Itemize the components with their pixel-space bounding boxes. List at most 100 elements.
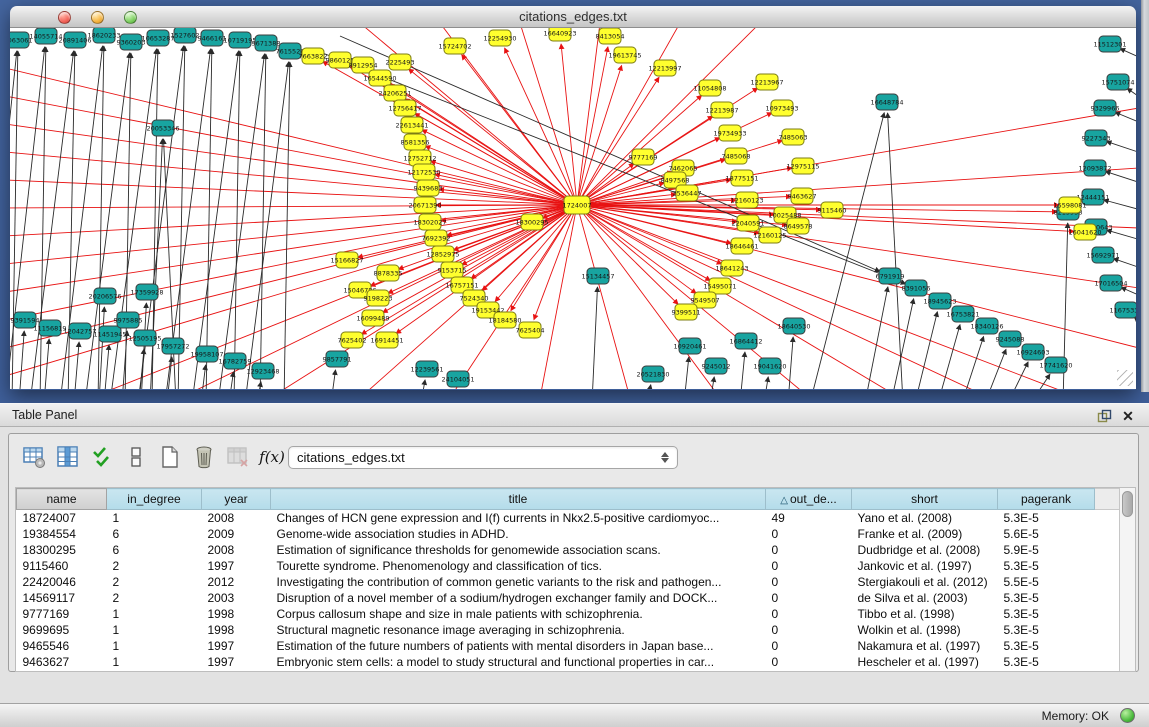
table-cell[interactable]: 1 (107, 638, 202, 654)
table-cell[interactable]: 5.3E-5 (998, 558, 1095, 574)
table-cell[interactable]: 2009 (202, 526, 271, 542)
column-header-pagerank[interactable]: pagerank (998, 489, 1095, 510)
create-column-icon[interactable] (155, 442, 185, 472)
graph-node[interactable]: 15724702 (438, 38, 471, 54)
table-cell[interactable]: Tourette syndrome. Phenomenology and cla… (271, 558, 766, 574)
table-row[interactable]: 1830029562008Estimation of significance … (17, 542, 1121, 558)
table-cell[interactable]: 2 (107, 558, 202, 574)
graph-node[interactable]: 9399511 (672, 304, 701, 320)
graph-node[interactable]: 17359928 (130, 284, 163, 300)
table-cell[interactable]: 9699695 (17, 622, 107, 638)
table-scrollbar-thumb[interactable] (1122, 491, 1133, 517)
table-cell[interactable]: 0 (766, 542, 852, 558)
table-cell[interactable]: 1997 (202, 638, 271, 654)
graph-node[interactable]: 16914451 (370, 332, 403, 348)
column-header-year[interactable]: year (202, 489, 271, 510)
graph-node[interactable]: 9777169 (629, 149, 658, 165)
table-cell[interactable]: 22420046 (17, 574, 107, 590)
table-cell[interactable]: Wolkin et al. (1998) (852, 622, 998, 638)
table-cell[interactable]: Estimation of the future numbers of pati… (271, 638, 766, 654)
table-cell[interactable]: 5.3E-5 (998, 622, 1095, 638)
graph-node[interactable]: 7485068 (722, 148, 751, 164)
table-cell[interactable]: 9465546 (17, 638, 107, 654)
table-cell[interactable]: 1 (107, 622, 202, 638)
zoom-window-button[interactable] (124, 11, 137, 24)
table-cell[interactable]: Embryonic stem cells: a model to study s… (271, 654, 766, 670)
table-cell[interactable]: 1 (107, 606, 202, 622)
table-cell[interactable]: Disruption of a novel member of a sodium… (271, 590, 766, 606)
graph-node[interactable]: 9975885 (114, 312, 143, 328)
graph-node[interactable]: 10920461 (673, 338, 706, 354)
graph-node[interactable]: 10924603 (1016, 344, 1049, 360)
graph-node[interactable]: 9245088 (996, 331, 1025, 347)
graph-node[interactable]: 9115460 (818, 202, 847, 218)
table-cell[interactable]: 1 (107, 654, 202, 670)
graph-node[interactable]: 12093872 (1078, 160, 1111, 176)
table-cell[interactable] (1095, 622, 1121, 638)
table-cell[interactable] (1095, 654, 1121, 670)
table-cell[interactable]: 5.3E-5 (998, 510, 1095, 526)
table-cell[interactable]: 5.6E-5 (998, 526, 1095, 542)
table-row[interactable]: 946362711997Embryonic stem cells: a mode… (17, 654, 1121, 670)
graph-node[interactable]: 9153715 (438, 262, 467, 278)
graph-node[interactable]: 24104051 (441, 371, 474, 387)
graph-node[interactable]: 12213987 (705, 102, 738, 118)
graph-node[interactable]: 8413054 (596, 28, 625, 44)
graph-node[interactable]: 8391056 (902, 280, 931, 296)
float-panel-icon[interactable] (1095, 407, 1113, 425)
table-cell[interactable]: 0 (766, 526, 852, 542)
graph-node[interactable]: 20053346 (146, 120, 179, 136)
window-resize-grip[interactable] (1117, 370, 1133, 386)
graph-node[interactable]: 19613745 (608, 47, 641, 63)
table-cell[interactable]: Changes of HCN gene expression and I(f) … (271, 510, 766, 526)
table-cell[interactable]: 5.3E-5 (998, 590, 1095, 606)
table-cell[interactable] (1095, 606, 1121, 622)
table-row[interactable]: 1872400712008Changes of HCN gene express… (17, 510, 1121, 526)
graph-hub-node[interactable]: 1724007 (563, 196, 592, 214)
close-window-button[interactable] (58, 11, 71, 24)
minimize-window-button[interactable] (91, 11, 104, 24)
table-cell[interactable]: 14569117 (17, 590, 107, 606)
graph-node[interactable]: 16753821 (946, 306, 979, 322)
graph-node[interactable]: 17741620 (1039, 357, 1072, 373)
table-cell[interactable]: 0 (766, 606, 852, 622)
table-cell[interactable]: 1998 (202, 622, 271, 638)
table-cell[interactable]: 49 (766, 510, 852, 526)
graph-node[interactable]: 12213967 (750, 74, 783, 90)
graph-node[interactable]: 15134457 (581, 268, 614, 284)
graph-node[interactable]: 24206251 (378, 85, 411, 101)
graph-node[interactable]: 18646461 (725, 238, 758, 254)
graph-node[interactable]: 12756417 (388, 100, 421, 116)
table-select[interactable]: citations_edges.txt (288, 446, 678, 469)
graph-node[interactable]: 12923468 (246, 363, 279, 379)
table-cell[interactable]: 2 (107, 574, 202, 590)
graph-node[interactable]: 15692971 (1086, 247, 1119, 263)
table-cell[interactable]: 2008 (202, 510, 271, 526)
graph-node[interactable]: 9439683 (414, 180, 443, 196)
graph-node[interactable]: 18641243 (715, 260, 748, 276)
table-cell[interactable]: 0 (766, 574, 852, 590)
table-cell[interactable]: 1998 (202, 606, 271, 622)
graph-node[interactable]: 8878335 (374, 265, 403, 281)
table-cell[interactable]: 5.3E-5 (998, 606, 1095, 622)
table-cell[interactable]: 0 (766, 590, 852, 606)
graph-node[interactable]: 9227343 (1082, 130, 1111, 146)
graph-node[interactable]: 7692392 (422, 230, 451, 246)
graph-node[interactable]: 18640530 (777, 318, 810, 334)
graph-node[interactable]: 12239561 (410, 361, 443, 377)
table-cell[interactable]: 9777169 (17, 606, 107, 622)
graph-node[interactable]: 11675333 (1109, 302, 1136, 318)
graph-node[interactable]: 7625402 (338, 332, 367, 348)
table-cell[interactable] (1095, 574, 1121, 590)
table-cell[interactable]: 19384554 (17, 526, 107, 542)
table-cell[interactable] (1095, 638, 1121, 654)
graph-node[interactable]: 9198223 (364, 290, 393, 306)
graph-node[interactable]: 18945623 (923, 293, 956, 309)
table-row[interactable]: 2242004622012Investigating the contribut… (17, 574, 1121, 590)
table-cell[interactable]: 0 (766, 638, 852, 654)
table-cell[interactable]: 18300295 (17, 542, 107, 558)
column-header-title[interactable]: title (271, 489, 766, 510)
graph-node[interactable]: 7485063 (779, 129, 808, 145)
graph-node[interactable]: 9466161 (198, 30, 227, 46)
column-header-name[interactable]: name (17, 489, 107, 510)
